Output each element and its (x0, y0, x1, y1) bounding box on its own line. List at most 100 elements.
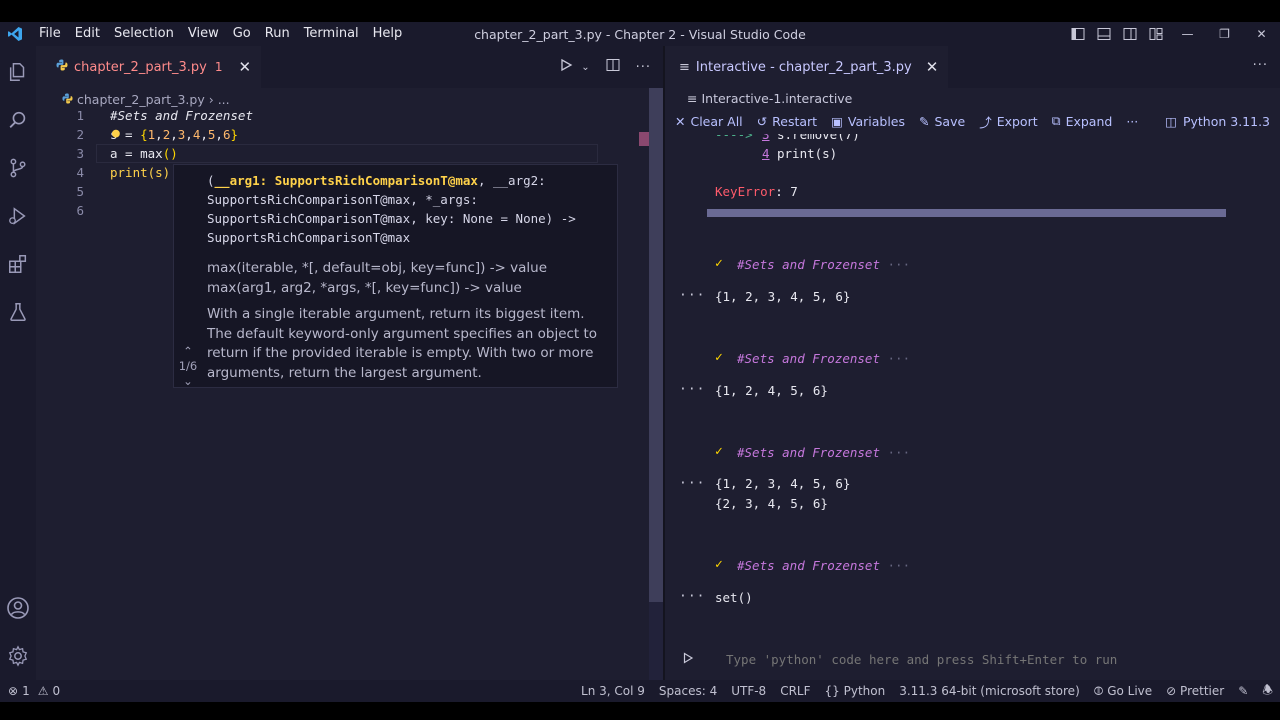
lightbulb-icon[interactable]: ● (112, 124, 120, 143)
vscode-logo-icon (4, 23, 26, 45)
notifications-bell-icon[interactable]: 🕭 (1255, 681, 1280, 702)
previous-overload-chevron-up-icon[interactable]: ⌃ (177, 345, 199, 357)
cell-menu-icon[interactable]: ··· (679, 382, 705, 397)
cursor-position[interactable]: Ln 3, Col 9 (574, 684, 652, 698)
error-icon: ⊗ (8, 684, 19, 698)
more-actions-icon[interactable]: ··· (1253, 58, 1268, 73)
tab-chapter-2-part-3[interactable]: chapter_2_part_3.py 1 ✕ (36, 46, 262, 88)
testing-flask-icon[interactable] (0, 292, 36, 332)
problem-count-badge: 1 (214, 60, 223, 74)
problems-indicator[interactable]: ⊗ 1 ⚠ 0 (0, 684, 60, 698)
restore-button[interactable]: ❐ (1206, 22, 1243, 46)
expand-button[interactable]: ⧉ Expand (1052, 113, 1113, 129)
settings-gear-icon[interactable] (0, 636, 36, 676)
restart-button[interactable]: ↺ Restart (757, 114, 817, 129)
source-control-icon[interactable] (0, 148, 36, 188)
cell-input-header[interactable]: #Sets and Frozenset ··· (737, 558, 910, 573)
line-number: 3 (76, 146, 84, 161)
tab-label: Interactive - chapter_2_part_3.py (695, 59, 912, 75)
tab-interactive[interactable]: ≡ Interactive - chapter_2_part_3.py ✕ (665, 46, 949, 88)
interpreter-selector[interactable]: 3.11.3 64-bit (microsoft store) (892, 684, 1087, 698)
error-line: KeyError: 7 (715, 184, 798, 199)
interactive-output-area[interactable]: ----> 3 s.remove(7) 4 print(s) KeyError:… (665, 134, 1280, 639)
cell-output: {2, 3, 4, 5, 6} (715, 496, 828, 511)
cell-menu-icon[interactable]: ··· (679, 589, 705, 604)
cell-input-header[interactable]: #Sets and Frozenset ··· (737, 445, 910, 460)
output-horizontal-scrollbar[interactable] (707, 209, 1226, 217)
menu-selection[interactable]: Selection (107, 22, 181, 46)
clear-all-button[interactable]: ✕ Clear All (675, 114, 743, 129)
line-code-text: s = {1,2,3,4,5,6} (110, 127, 239, 142)
save-icon: ✎ (919, 113, 930, 129)
success-check-icon: ✓ (715, 350, 723, 365)
prettier-status[interactable]: ⊘ Prettier (1159, 684, 1231, 698)
error-message: : 7 (775, 184, 798, 199)
breadcrumb-file[interactable]: Interactive-1.interactive (701, 91, 852, 106)
interactive-tab-bar: ≡ Interactive - chapter_2_part_3.py ✕ ··… (665, 46, 1280, 88)
go-live-button[interactable]: ⦷ Go Live (1087, 684, 1159, 699)
account-icon[interactable] (0, 588, 36, 628)
line-code: a = max() (110, 146, 178, 161)
menu-view[interactable]: View (181, 22, 226, 46)
toggle-primary-sidebar-icon[interactable] (1065, 22, 1091, 46)
cell-collapsed-ellipsis: ··· (887, 257, 911, 272)
go-live-label: Go Live (1107, 683, 1153, 698)
run-python-file-icon[interactable] (559, 58, 573, 76)
indentation[interactable]: Spaces: 4 (652, 684, 724, 698)
breadcrumb-more[interactable]: › ... (209, 92, 230, 107)
interactive-window-icon: ≡ (679, 59, 690, 75)
menu-edit[interactable]: Edit (68, 22, 107, 46)
end-of-line[interactable]: CRLF (773, 684, 817, 698)
minimize-button[interactable]: — (1169, 22, 1206, 46)
export-button[interactable]: ⤴ Export (979, 112, 1037, 131)
customize-layout-icon[interactable] (1143, 22, 1169, 46)
feedback-icon[interactable]: ✎ (1231, 684, 1255, 698)
search-icon[interactable] (0, 100, 36, 140)
save-button[interactable]: ✎ Save (919, 114, 965, 129)
extensions-icon[interactable] (0, 244, 36, 284)
cell-menu-icon[interactable]: ··· (679, 476, 705, 491)
code-input[interactable] (711, 652, 1251, 667)
run-cell-icon[interactable] (665, 651, 711, 668)
signature-open: ( (207, 173, 215, 188)
breadcrumb-file[interactable]: chapter_2_part_3.py (77, 92, 205, 107)
line-number: 4 (76, 165, 84, 180)
next-overload-chevron-down-icon[interactable]: ⌄ (177, 375, 199, 387)
toolbar-more-button[interactable]: ··· (1126, 114, 1138, 129)
kernel-picker[interactable]: ◫ Python 3.11.3 (1165, 114, 1270, 129)
code-line: 2 ● s = {1,2,3,4,5,6} (36, 125, 646, 144)
clear-all-icon: ✕ (675, 113, 686, 129)
more-actions-icon[interactable]: ··· (636, 60, 651, 75)
encoding[interactable]: UTF-8 (724, 684, 773, 698)
close-tab-icon[interactable]: ✕ (926, 58, 939, 76)
cell-output: set() (715, 590, 753, 605)
editor-scrollbar-thumb[interactable] (649, 88, 663, 602)
toggle-secondary-sidebar-icon[interactable] (1117, 22, 1143, 46)
run-debug-icon[interactable] (0, 196, 36, 236)
interactive-file-icon: ≡ (687, 90, 698, 106)
kernel-label: Python 3.11.3 (1182, 113, 1270, 129)
menu-terminal[interactable]: Terminal (297, 22, 366, 46)
explorer-icon[interactable] (0, 52, 36, 92)
python-file-icon (62, 92, 73, 107)
variables-label: Variables (847, 113, 906, 129)
menu-run[interactable]: Run (258, 22, 297, 46)
split-editor-icon[interactable] (606, 58, 620, 76)
cell-input-header[interactable]: #Sets and Frozenset ··· (737, 351, 910, 366)
variables-button[interactable]: ▣ Variables (831, 114, 905, 129)
menu-file[interactable]: File (32, 22, 68, 46)
signature-help-popup: (__arg1: SupportsRichComparisonT@max, __… (173, 164, 618, 388)
cell-input-header[interactable]: #Sets and Frozenset ··· (737, 257, 910, 272)
interactive-window: ≡ Interactive - chapter_2_part_3.py ✕ ··… (665, 46, 1280, 680)
run-options-chevron-down-icon[interactable]: ⌄ (581, 62, 589, 73)
menu-go[interactable]: Go (226, 22, 258, 46)
close-tab-icon[interactable]: ✕ (238, 58, 251, 76)
menu-help[interactable]: Help (366, 22, 410, 46)
language-label: Python (843, 684, 886, 698)
close-window-button[interactable]: ✕ (1243, 22, 1280, 46)
toggle-panel-icon[interactable] (1091, 22, 1117, 46)
cell-menu-icon[interactable]: ··· (679, 288, 705, 303)
language-mode[interactable]: {} Python (818, 684, 893, 698)
